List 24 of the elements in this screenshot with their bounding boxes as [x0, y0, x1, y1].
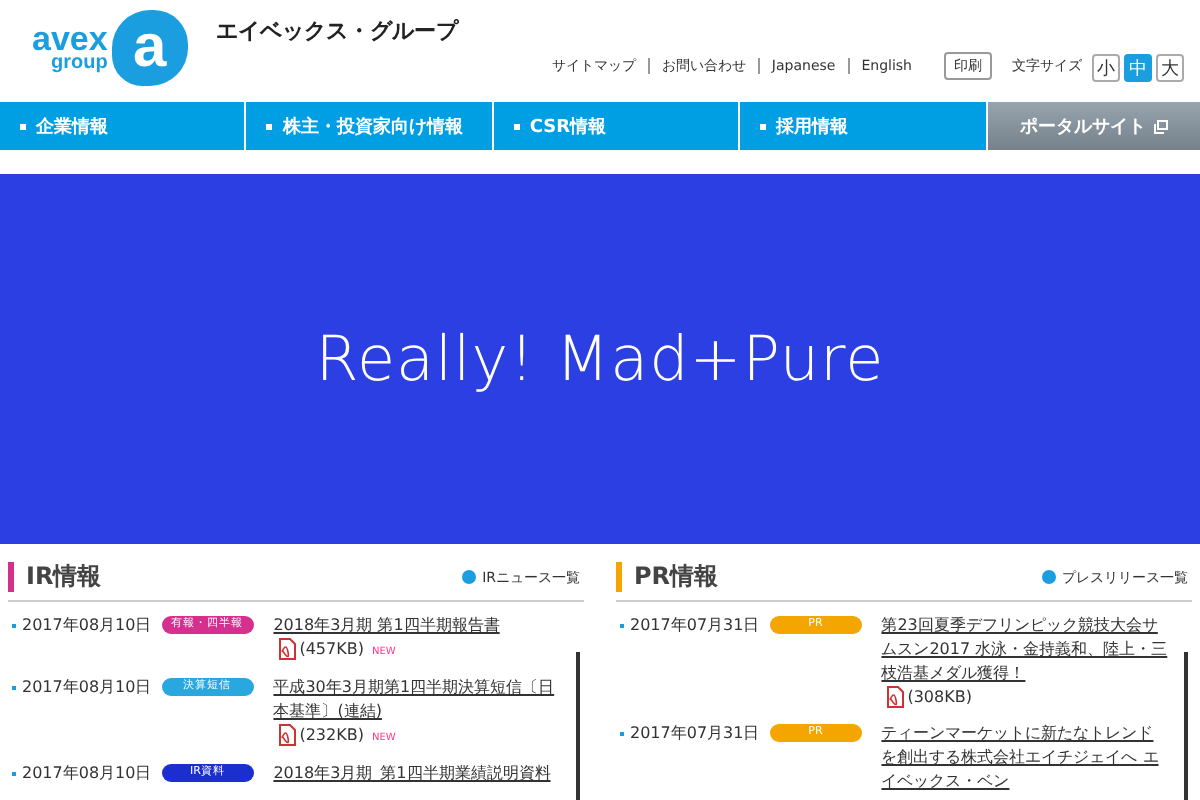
news-link[interactable]: ティーンマーケットに新たなトレンドを創出する株式会社エイチジェイへ エイベックス・ベン — [881, 722, 1168, 794]
section-title: PR情報 — [634, 560, 719, 594]
pdf-icon — [277, 638, 296, 661]
news-link[interactable]: 第23回夏季デフリンピック競技大会サムスン2017 水泳・金持義和、陸上・三枝浩基メダル獲得！ — [881, 614, 1168, 686]
news-date: 2017年08月10日 — [22, 614, 152, 638]
window-icon — [1153, 119, 1168, 133]
news-link[interactable]: 2018年3月期_第1四半期業績説明資料 — [273, 762, 560, 786]
news-link[interactable]: 平成30年3月期第1四半期決算短信〔日本基準〕(連結) — [273, 676, 560, 724]
banner[interactable]: Really! Mad+Pure — [0, 174, 1200, 544]
news-link[interactable]: 2018年3月期 第1四半期報告書 — [273, 614, 560, 638]
file-size: (457KB) — [299, 640, 364, 658]
news-date: 2017年08月10日 — [22, 676, 152, 700]
news-date: 2017年07月31日 — [630, 614, 760, 638]
section-title: IR情報 — [26, 560, 102, 594]
news-date: 2017年07月31日 — [630, 722, 760, 746]
file-size: (232KB) — [299, 726, 364, 744]
banner-text: Really! Mad+Pure — [315, 323, 885, 395]
pdf-icon — [885, 686, 904, 709]
news-date: 2017年08月10日 — [22, 762, 152, 786]
company-name: エイベックス・グループ — [215, 16, 458, 46]
font-size-button[interactable]: 大 — [1156, 54, 1184, 82]
file-size: (308KB) — [907, 688, 972, 706]
font-size-button[interactable]: 小 — [1092, 54, 1120, 82]
pdf-icon — [277, 724, 296, 747]
